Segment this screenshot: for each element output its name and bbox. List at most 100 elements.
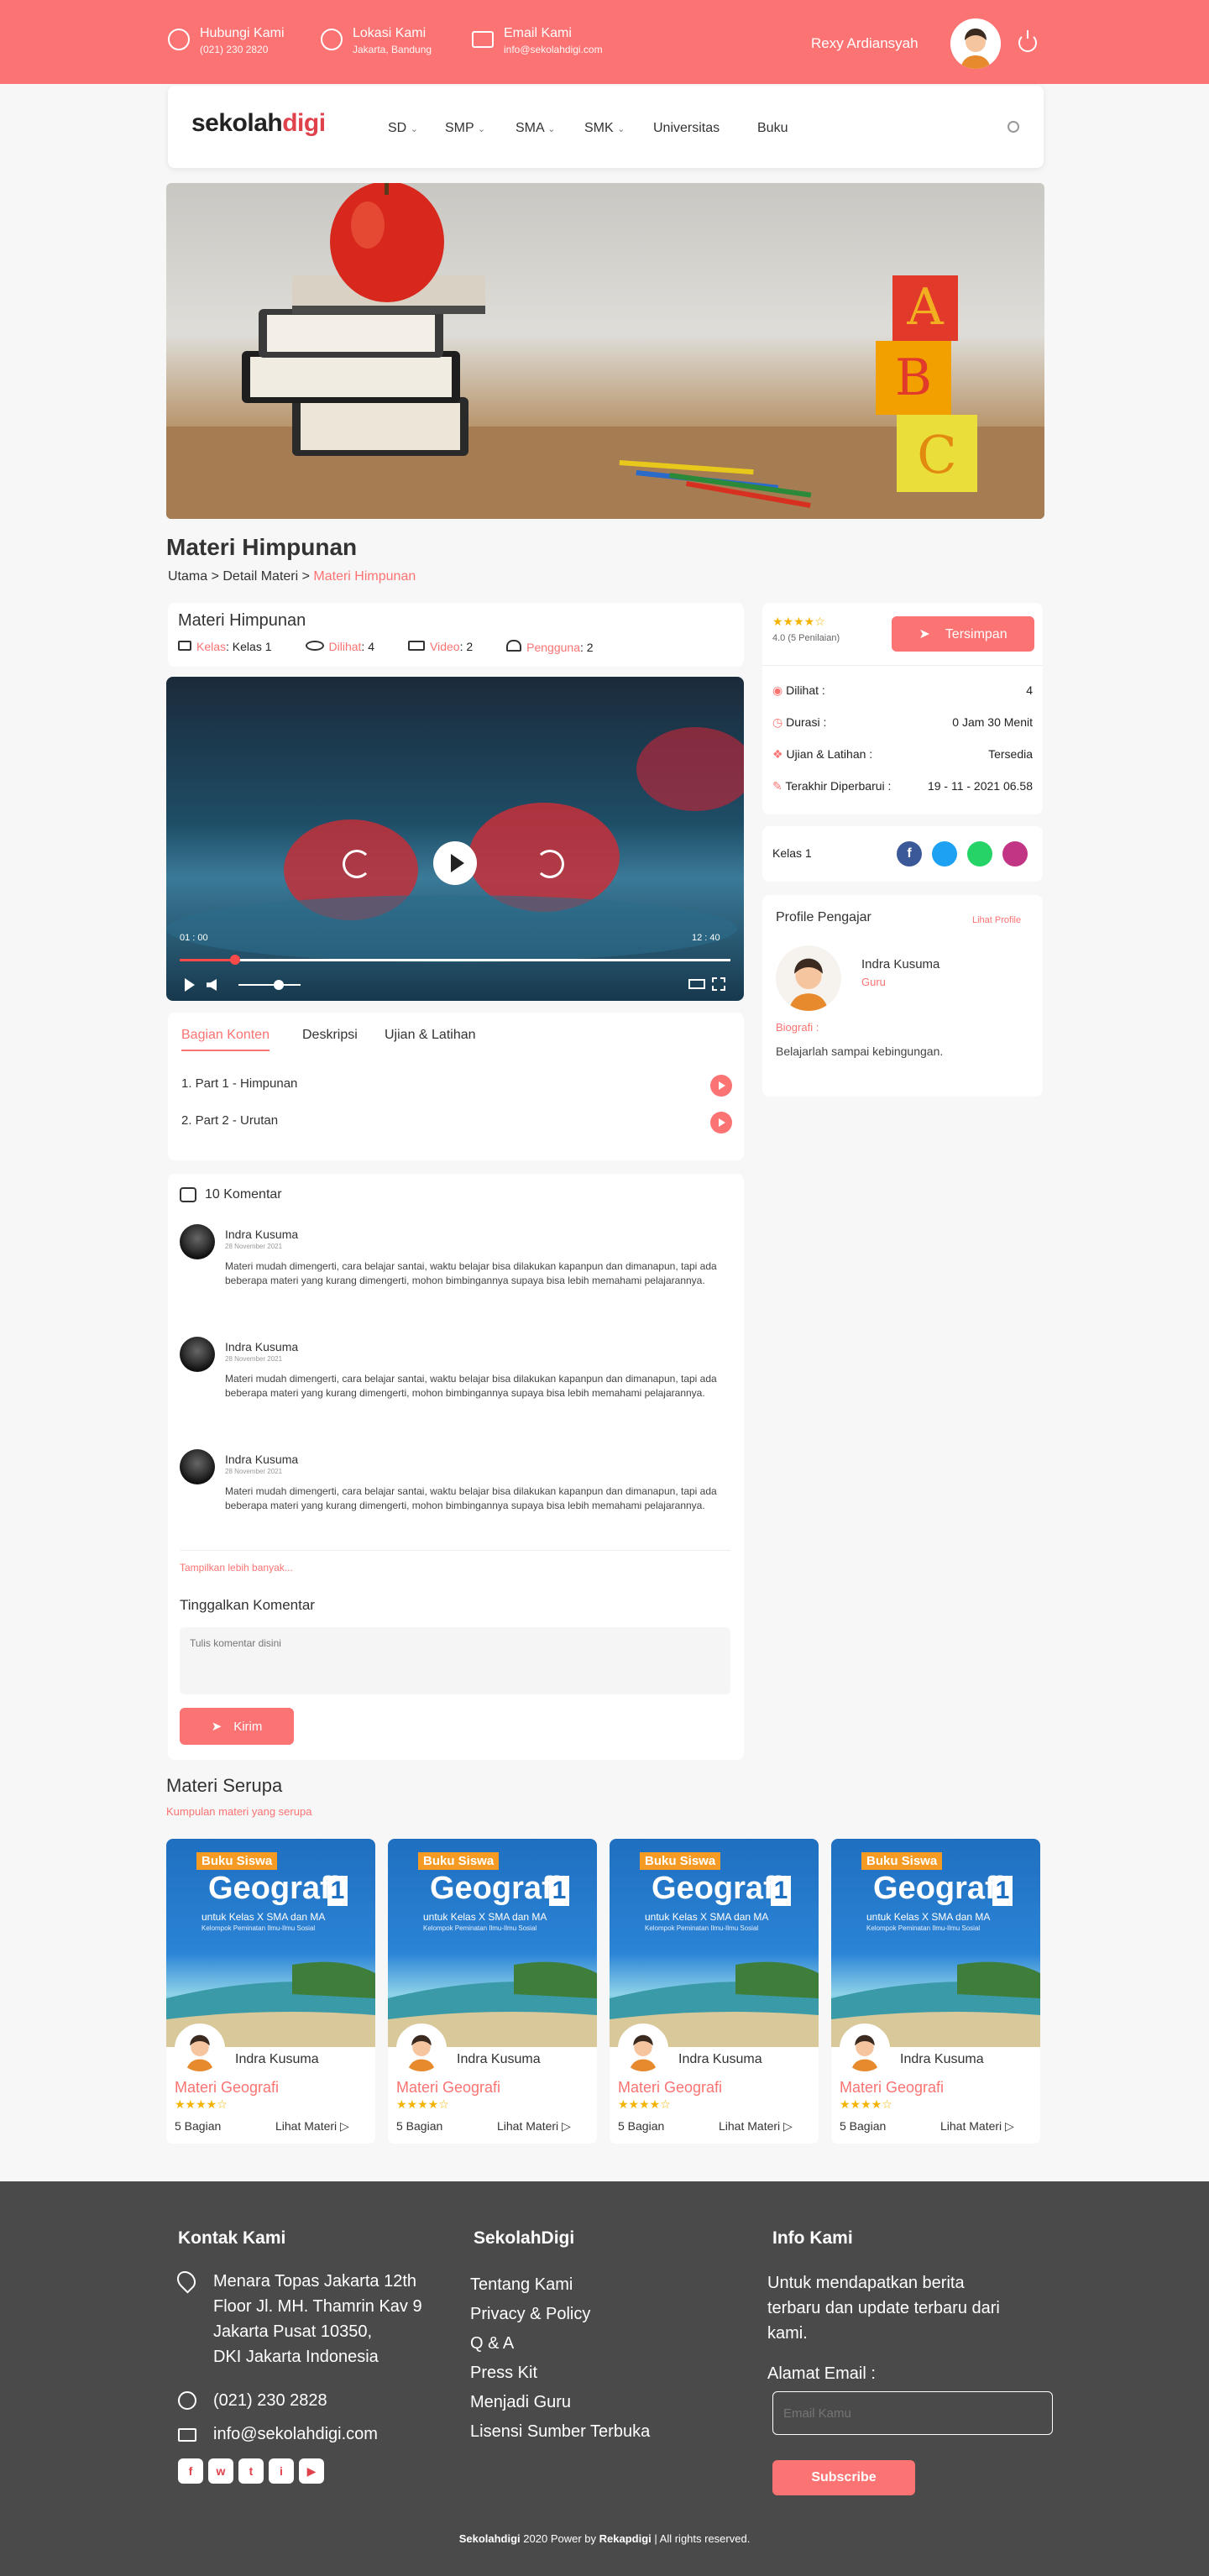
rewind-10-icon[interactable] — [343, 850, 371, 878]
facebook-icon[interactable]: f — [897, 841, 922, 867]
twitter-icon[interactable]: t — [238, 2458, 264, 2484]
view-material-link[interactable]: Lihat Materi ▷ — [940, 2119, 1014, 2134]
subscribe-email-input[interactable] — [772, 2391, 1053, 2435]
tab-ujian-latihan[interactable]: Ujian & Latihan — [385, 1028, 476, 1043]
material-title[interactable]: Materi Geografi — [840, 2079, 944, 2097]
comment-date: 28 November 2021 — [225, 1468, 283, 1475]
footer-social: f w t i ▶ — [178, 2458, 329, 2484]
forward-10-icon[interactable] — [536, 850, 564, 878]
material-card[interactable]: Buku Siswa Geografi 1 untuk Kelas X SMA dan… — [831, 1839, 1040, 2144]
cover-tag: Buku Siswa — [640, 1852, 721, 1870]
avatar[interactable] — [950, 18, 1001, 69]
material-card[interactable]: Buku Siswa Geografi 1 untuk Kelas X SMA dan… — [610, 1839, 819, 2144]
fullscreen-icon[interactable] — [712, 977, 725, 991]
nav-item-universitas[interactable]: Universitas — [653, 121, 720, 136]
comment-icon — [180, 1187, 196, 1202]
part-item-2[interactable]: 2. Part 2 - Urutan — [181, 1113, 278, 1128]
user-name[interactable]: Rexy Ardiansyah — [811, 35, 919, 52]
tab-deskripsi[interactable]: Deskripsi — [302, 1028, 358, 1043]
meta-pengguna: Pengguna: 2 — [506, 640, 594, 654]
footer-link[interactable]: Press Kit — [470, 2359, 650, 2388]
part-item-1[interactable]: 1. Part 1 - Himpunan — [181, 1076, 297, 1091]
material-card[interactable]: Buku Siswa Geografi 1 untuk Kelas X SMA dan… — [166, 1839, 375, 2144]
parts-count: 5 Bagian — [618, 2119, 665, 2133]
leave-comment-title: Tinggalkan Komentar — [180, 1597, 315, 1613]
top-bar: Hubungi Kami (021) 230 2820 Lokasi Kami … — [0, 0, 1209, 84]
footer-phone[interactable]: (021) 230 2828 — [213, 2388, 327, 2413]
save-label: Tersimpan — [945, 627, 1008, 641]
logo[interactable]: sekolahdigi — [191, 109, 326, 138]
contact-info[interactable]: Hubungi Kami (021) 230 2820 — [168, 25, 285, 57]
logout-icon[interactable] — [1018, 30, 1037, 52]
facebook-icon[interactable]: f — [178, 2458, 203, 2484]
material-title[interactable]: Materi Geografi — [618, 2079, 722, 2097]
author-name: Indra Kusuma — [678, 2052, 762, 2066]
play-button[interactable] — [433, 841, 477, 885]
nav-item-buku[interactable]: Buku — [757, 121, 788, 136]
footer-info-text: Untuk mendapatkan berita terbaru dan upda… — [767, 2274, 1000, 2343]
parts-count: 5 Bagian — [396, 2119, 443, 2133]
whatsapp-icon[interactable] — [967, 841, 992, 867]
show-more-link[interactable]: Tampilkan lebih banyak... — [180, 1562, 293, 1573]
footer-email[interactable]: info@sekolahdigi.com — [213, 2422, 378, 2447]
material-title[interactable]: Materi Geografi — [175, 2079, 279, 2097]
email-label: Alamat Email : — [767, 2364, 876, 2383]
nav-item-smp[interactable]: SMP ⌄ — [445, 121, 485, 136]
cover-subtitle: untuk Kelas X SMA dan MA — [202, 1911, 326, 1923]
tab-bagian-konten[interactable]: Bagian Konten — [181, 1028, 270, 1051]
location-info[interactable]: Lokasi Kami Jakarta, Bandung — [321, 25, 432, 57]
view-profile-link[interactable]: Lihat Profile — [972, 915, 1021, 925]
play-part-1-icon[interactable] — [710, 1075, 732, 1097]
material-meta: Kelas: Kelas 1 Dilihat: 4 Video: 2 Pengg… — [178, 640, 594, 654]
youtube-icon[interactable]: ▶ — [299, 2458, 324, 2484]
nav-item-smk[interactable]: SMK ⌄ — [584, 121, 625, 136]
subscribe-button[interactable]: Subscribe — [772, 2460, 915, 2495]
view-material-link[interactable]: Lihat Materi ▷ — [497, 2119, 571, 2134]
volume-handle[interactable] — [274, 980, 285, 990]
video-player[interactable]: 01 : 00 12 : 40 — [166, 677, 744, 1001]
footer-link[interactable]: Privacy & Policy — [470, 2300, 650, 2329]
author-avatar — [175, 2024, 225, 2074]
send-comment-button[interactable]: ➤ Kirim — [180, 1708, 294, 1745]
progress-handle[interactable] — [229, 955, 240, 965]
instagram-icon[interactable]: i — [269, 2458, 294, 2484]
cover-tag: Buku Siswa — [196, 1852, 278, 1870]
theater-icon[interactable] — [688, 979, 705, 989]
material-title[interactable]: Materi Geografi — [396, 2079, 500, 2097]
footer-link[interactable]: Tentang Kami — [470, 2270, 650, 2300]
total-time: 12 : 40 — [692, 933, 720, 943]
nav-item-sma[interactable]: SMA ⌄ — [516, 121, 555, 136]
volume-track[interactable] — [238, 984, 301, 986]
send-label: Kirim — [233, 1720, 263, 1734]
cover-title: Geografi — [208, 1871, 340, 1906]
progress-track[interactable] — [180, 959, 730, 961]
search-icon[interactable] — [1008, 121, 1019, 133]
cover-number: 1 — [992, 1876, 1013, 1906]
stats-card: ★★★★☆ 4.0 (5 Penilaian) ➤ Tersimpan ◉ Dil… — [762, 603, 1043, 814]
stat-dilihat: ◉ Dilihat :4 — [772, 683, 1033, 697]
link-icon[interactable] — [1002, 841, 1028, 867]
play-small-icon[interactable] — [185, 978, 195, 992]
breadcrumb-home[interactable]: Utama — [168, 569, 207, 584]
copyright: Sekolahdigi 2020 Power by Rekapdigi | Al… — [458, 2532, 751, 2545]
cover-title: Geografi — [873, 1871, 1005, 1906]
footer-col2-title: SekolahDigi — [474, 2228, 575, 2248]
footer-link[interactable]: Lisensi Sumber Terbuka — [470, 2417, 650, 2447]
save-button[interactable]: ➤ Tersimpan — [892, 616, 1034, 652]
material-card[interactable]: Buku Siswa Geografi 1 untuk Kelas X SMA dan… — [388, 1839, 597, 2144]
play-circle-icon: ▷ — [783, 2119, 793, 2133]
footer-link[interactable]: Q & A — [470, 2329, 650, 2359]
footer-link[interactable]: Menjadi Guru — [470, 2388, 650, 2417]
breadcrumb-detail[interactable]: Detail Materi — [222, 569, 298, 584]
twitter-icon[interactable] — [932, 841, 957, 867]
comment-input[interactable] — [180, 1627, 730, 1694]
nav-item-sd[interactable]: SD ⌄ — [388, 121, 418, 136]
view-material-link[interactable]: Lihat Materi ▷ — [275, 2119, 349, 2134]
avatar-illustration — [950, 18, 1001, 69]
cover-tag: Buku Siswa — [861, 1852, 943, 1870]
view-material-link[interactable]: Lihat Materi ▷ — [719, 2119, 793, 2134]
content-tabs-card: Bagian Konten Deskripsi Ujian & Latihan … — [168, 1013, 744, 1160]
whatsapp-icon[interactable]: w — [208, 2458, 233, 2484]
play-part-2-icon[interactable] — [710, 1112, 732, 1134]
email-info[interactable]: Email Kami info@sekolahdigi.com — [472, 25, 603, 57]
